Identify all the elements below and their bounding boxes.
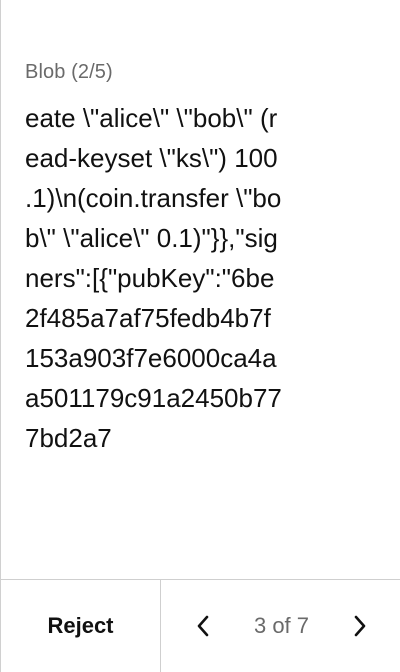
footer-bar: Reject 3 of 7 <box>1 579 400 672</box>
blob-text-line: b\" \"alice\" 0.1)"}},"sig <box>25 223 278 253</box>
blob-text-line: .1)\n(coin.transfer \"bo <box>25 183 282 213</box>
blob-text: eate \"alice\" \"bob\" (r ead-keyset \"k… <box>25 98 378 458</box>
blob-title: Blob (2/5) <box>25 61 113 83</box>
pagination: 3 of 7 <box>161 580 400 672</box>
chevron-right-icon[interactable] <box>348 614 372 638</box>
page-indicator: 3 of 7 <box>253 613 310 638</box>
blob-text-line: eate \"alice\" \"bob\" (r <box>25 103 278 133</box>
blob-text-line: a501179c91a2450b77 <box>25 383 282 413</box>
reject-button[interactable]: Reject <box>1 580 161 672</box>
blob-text-line: 7bd2a7 <box>25 423 112 453</box>
blob-text-line: ead-keyset \"ks\") 100 <box>25 143 278 173</box>
blob-review-screen: Blob (2/5) eate \"alice\" \"bob\" (r ead… <box>0 0 400 672</box>
blob-text-line: ners":[{"pubKey":"6be <box>25 263 275 293</box>
chevron-left-icon[interactable] <box>191 614 215 638</box>
blob-text-line: 2f485a7af75fedb4b7f <box>25 303 271 333</box>
blob-text-line: 153a903f7e6000ca4a <box>25 343 277 373</box>
blob-content: Blob (2/5) eate \"alice\" \"bob\" (r ead… <box>25 58 378 458</box>
